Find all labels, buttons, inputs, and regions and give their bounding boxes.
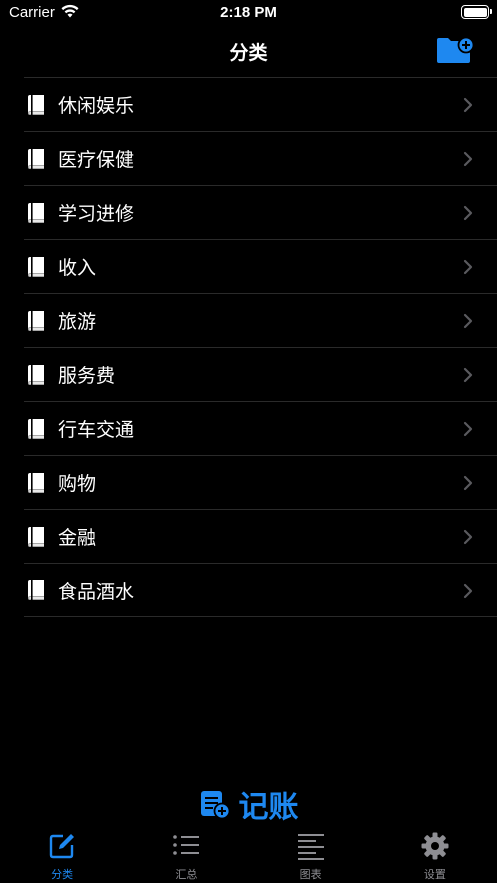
list-item[interactable]: 休闲娱乐: [24, 77, 497, 131]
list-item-label: 行车交通: [58, 419, 135, 441]
tab-categories[interactable]: 分类: [0, 828, 124, 883]
chevron-right-icon: [463, 151, 473, 167]
book-icon: [28, 310, 44, 331]
book-icon: [28, 418, 44, 439]
chevron-right-icon: [463, 583, 473, 599]
tab-charts[interactable]: 图表: [249, 828, 373, 883]
chevron-right-icon: [463, 205, 473, 221]
status-time: 2:18 PM: [220, 4, 277, 21]
list-item-label: 学习进修: [58, 203, 135, 225]
tab-label: 设置: [423, 868, 446, 881]
chevron-right-icon: [463, 313, 473, 329]
list-item-label: 服务费: [58, 365, 116, 387]
book-icon: [28, 472, 44, 493]
status-bar: Carrier 2:18 PM: [0, 0, 497, 26]
book-icon: [28, 364, 44, 385]
tab-settings[interactable]: 设置: [373, 828, 497, 883]
book-icon: [28, 580, 44, 600]
gear-icon: [421, 832, 449, 860]
edit-icon: [49, 834, 75, 859]
list-item[interactable]: 服务费: [24, 347, 497, 401]
book-icon: [28, 94, 44, 115]
list-item-label: 食品酒水: [58, 580, 135, 603]
chevron-right-icon: [463, 97, 473, 113]
list-item[interactable]: 金融: [24, 509, 497, 563]
text-align-icon: [297, 834, 324, 860]
navigation-bar: 分类: [0, 26, 497, 76]
page-title: 分类: [229, 42, 268, 64]
list-item-label: 医疗保健: [58, 149, 135, 171]
tab-label: 图表: [299, 868, 322, 881]
list-item-label: 旅游: [58, 311, 97, 333]
list-item-label: 购物: [58, 473, 97, 495]
record-button[interactable]: 记账: [0, 782, 497, 826]
list-icon: [173, 835, 200, 855]
tab-summary[interactable]: 汇总: [124, 828, 248, 883]
list-item[interactable]: 购物: [24, 455, 497, 509]
list-item-label: 休闲娱乐: [58, 95, 135, 117]
list-item[interactable]: 医疗保健: [24, 131, 497, 185]
tab-label: 分类: [51, 868, 74, 881]
tab-bar: 分类 汇总 图表 设置: [0, 828, 497, 883]
list-item[interactable]: 旅游: [24, 293, 497, 347]
note-add-icon: [200, 791, 230, 820]
chevron-right-icon: [463, 529, 473, 545]
chevron-right-icon: [463, 475, 473, 491]
book-icon: [28, 202, 44, 223]
book-icon: [28, 148, 44, 169]
book-icon: [28, 526, 44, 547]
chevron-right-icon: [463, 259, 473, 275]
list-item[interactable]: 学习进修: [24, 185, 497, 239]
list-item[interactable]: 收入: [24, 239, 497, 293]
list-item[interactable]: 食品酒水: [24, 563, 497, 617]
list-item[interactable]: 行车交通: [24, 401, 497, 455]
folder-add-icon[interactable]: [436, 36, 474, 64]
list-item-label: 金融: [58, 527, 97, 549]
book-icon: [28, 256, 44, 277]
category-list: 休闲娱乐医疗保健学习进修收入旅游服务费行车交通购物金融食品酒水: [24, 77, 497, 617]
chevron-right-icon: [463, 421, 473, 437]
tab-label: 汇总: [175, 868, 198, 881]
battery-icon: [461, 5, 492, 19]
chevron-right-icon: [463, 367, 473, 383]
record-button-label: 记账: [238, 790, 299, 825]
list-item-label: 收入: [58, 257, 97, 279]
